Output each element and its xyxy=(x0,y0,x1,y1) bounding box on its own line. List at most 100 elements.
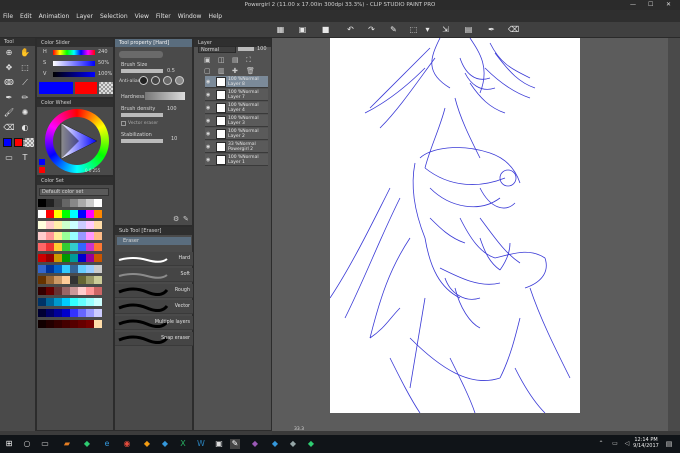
selection-icon[interactable]: ⬚ xyxy=(18,62,32,74)
clip-studio-icon[interactable]: ✎ xyxy=(230,439,240,449)
color-swatch[interactable] xyxy=(86,298,94,306)
color-swatch[interactable] xyxy=(86,221,94,229)
color-swatch[interactable] xyxy=(54,232,62,240)
layer-row[interactable]: ◉ 100 %Normal Layer 1 xyxy=(205,154,268,166)
app-icon-b[interactable]: ◆ xyxy=(160,439,170,449)
color-swatch[interactable] xyxy=(62,232,70,240)
color-swatch[interactable] xyxy=(38,199,46,207)
brush-multiple-layers[interactable]: Multiple layers xyxy=(115,316,193,330)
eye-icon[interactable]: ◉ xyxy=(206,92,210,98)
color-swatch[interactable] xyxy=(94,309,102,317)
color-swatch[interactable] xyxy=(38,221,46,229)
color-swatch[interactable] xyxy=(62,199,70,207)
app-icon-a[interactable]: ◆ xyxy=(142,439,152,449)
saturation-slider[interactable] xyxy=(53,61,95,66)
color-swatch[interactable] xyxy=(46,221,54,229)
minimize-button[interactable]: — xyxy=(630,0,636,10)
layer-icon-h[interactable]: 🗑 xyxy=(246,67,255,75)
brush-size-slider[interactable] xyxy=(121,69,163,73)
color-swatch[interactable] xyxy=(94,298,102,306)
pencil-icon[interactable]: ✏ xyxy=(18,92,32,104)
color-swatch[interactable] xyxy=(70,254,78,262)
brush-rough[interactable]: Rough xyxy=(115,284,193,298)
airbrush-icon[interactable]: ✺ xyxy=(18,107,32,119)
color-swatch[interactable] xyxy=(70,298,78,306)
volume-icon[interactable]: ◁ xyxy=(622,439,632,449)
stabilization-slider[interactable] xyxy=(121,139,163,143)
color-swatch[interactable] xyxy=(86,309,94,317)
color-swatch[interactable] xyxy=(54,254,62,262)
brush-soft[interactable]: Soft xyxy=(115,268,193,282)
pen-tool-icon[interactable]: ✒ xyxy=(2,92,16,104)
color-swatch[interactable] xyxy=(86,199,94,207)
color-swatch[interactable] xyxy=(54,287,62,295)
color-swatch[interactable] xyxy=(54,210,62,218)
brush-icon[interactable]: 🖌 xyxy=(2,107,16,119)
explorer-icon[interactable]: ▰ xyxy=(62,439,72,449)
store-icon[interactable]: ◆ xyxy=(82,439,92,449)
color-swatch[interactable] xyxy=(94,320,102,328)
tool-property-tab[interactable]: Tool property [Hard] xyxy=(115,39,192,47)
saturation-triangle[interactable] xyxy=(53,117,101,165)
clear-icon[interactable]: ✎ xyxy=(388,24,399,35)
color-swatch[interactable] xyxy=(94,254,102,262)
hue-slider[interactable] xyxy=(53,50,95,55)
color-swatch[interactable] xyxy=(78,199,86,207)
eye-icon[interactable]: ◉ xyxy=(206,118,210,124)
color-swatch[interactable] xyxy=(78,287,86,295)
color-set-dropdown[interactable]: Default color set xyxy=(39,188,109,196)
color-swatch[interactable] xyxy=(62,287,70,295)
color-swatch[interactable] xyxy=(62,320,70,328)
antialias-weak[interactable] xyxy=(151,76,160,85)
color-swatch[interactable] xyxy=(86,232,94,240)
value-slider[interactable] xyxy=(53,72,95,77)
color-swatch[interactable] xyxy=(46,320,54,328)
eye-icon[interactable]: ◉ xyxy=(206,144,210,150)
redo-icon[interactable]: ↷ xyxy=(366,24,377,35)
color-swatch[interactable] xyxy=(46,265,54,273)
color-swatch[interactable] xyxy=(46,309,54,317)
menu-file[interactable]: File xyxy=(3,13,13,20)
color-swatch[interactable] xyxy=(94,221,102,229)
menu-edit[interactable]: Edit xyxy=(20,13,32,20)
hardness-selector[interactable] xyxy=(145,92,185,100)
color-swatch[interactable] xyxy=(46,210,54,218)
wheel-sub-color[interactable] xyxy=(39,167,45,173)
menu-window[interactable]: Window xyxy=(178,13,202,20)
color-swatch[interactable] xyxy=(62,265,70,273)
color-swatch[interactable] xyxy=(54,276,62,284)
color-swatch[interactable] xyxy=(86,254,94,262)
main-color-swatch[interactable] xyxy=(3,138,12,147)
layer-row[interactable]: ◉ 100 %Normal Layer 3 xyxy=(205,115,268,127)
color-swatch[interactable] xyxy=(54,265,62,273)
excel-icon[interactable]: X xyxy=(178,439,188,449)
zoom-readout[interactable]: 33.3 xyxy=(294,427,304,432)
app-icon-f[interactable]: ◆ xyxy=(288,439,298,449)
app-icon-g[interactable]: ◆ xyxy=(306,439,316,449)
menu-selection[interactable]: Selection xyxy=(100,13,128,20)
word-icon[interactable]: W xyxy=(196,439,206,449)
color-swatch[interactable] xyxy=(70,309,78,317)
color-swatch[interactable] xyxy=(38,276,46,284)
layer-icon-g[interactable]: ✚ xyxy=(232,67,238,75)
color-swatch[interactable] xyxy=(86,210,94,218)
color-swatch[interactable] xyxy=(46,298,54,306)
color-swatch[interactable] xyxy=(46,254,54,262)
pen-icon[interactable]: ✒ xyxy=(486,24,497,35)
vertical-scrollbar[interactable] xyxy=(668,38,680,431)
layer-row[interactable]: ◉ 100 %Normal Layer 8 xyxy=(205,76,268,88)
color-swatch[interactable] xyxy=(78,232,86,240)
sub-color-swatch[interactable] xyxy=(14,138,23,147)
eye-icon[interactable]: ◉ xyxy=(206,131,210,137)
transparent-swatch[interactable] xyxy=(25,138,34,147)
color-swatch[interactable] xyxy=(62,254,70,262)
color-swatch[interactable] xyxy=(78,254,86,262)
color-swatch[interactable] xyxy=(54,199,62,207)
windows-start-icon[interactable]: ⊞ xyxy=(4,439,14,449)
layer-icon-e[interactable]: ▢ xyxy=(204,67,211,75)
color-swatch[interactable] xyxy=(94,232,102,240)
color-swatch[interactable] xyxy=(54,309,62,317)
color-swatch[interactable] xyxy=(78,309,86,317)
figure-icon[interactable]: ▭ xyxy=(2,152,16,164)
lasso-icon[interactable]: ↂ xyxy=(2,77,16,89)
